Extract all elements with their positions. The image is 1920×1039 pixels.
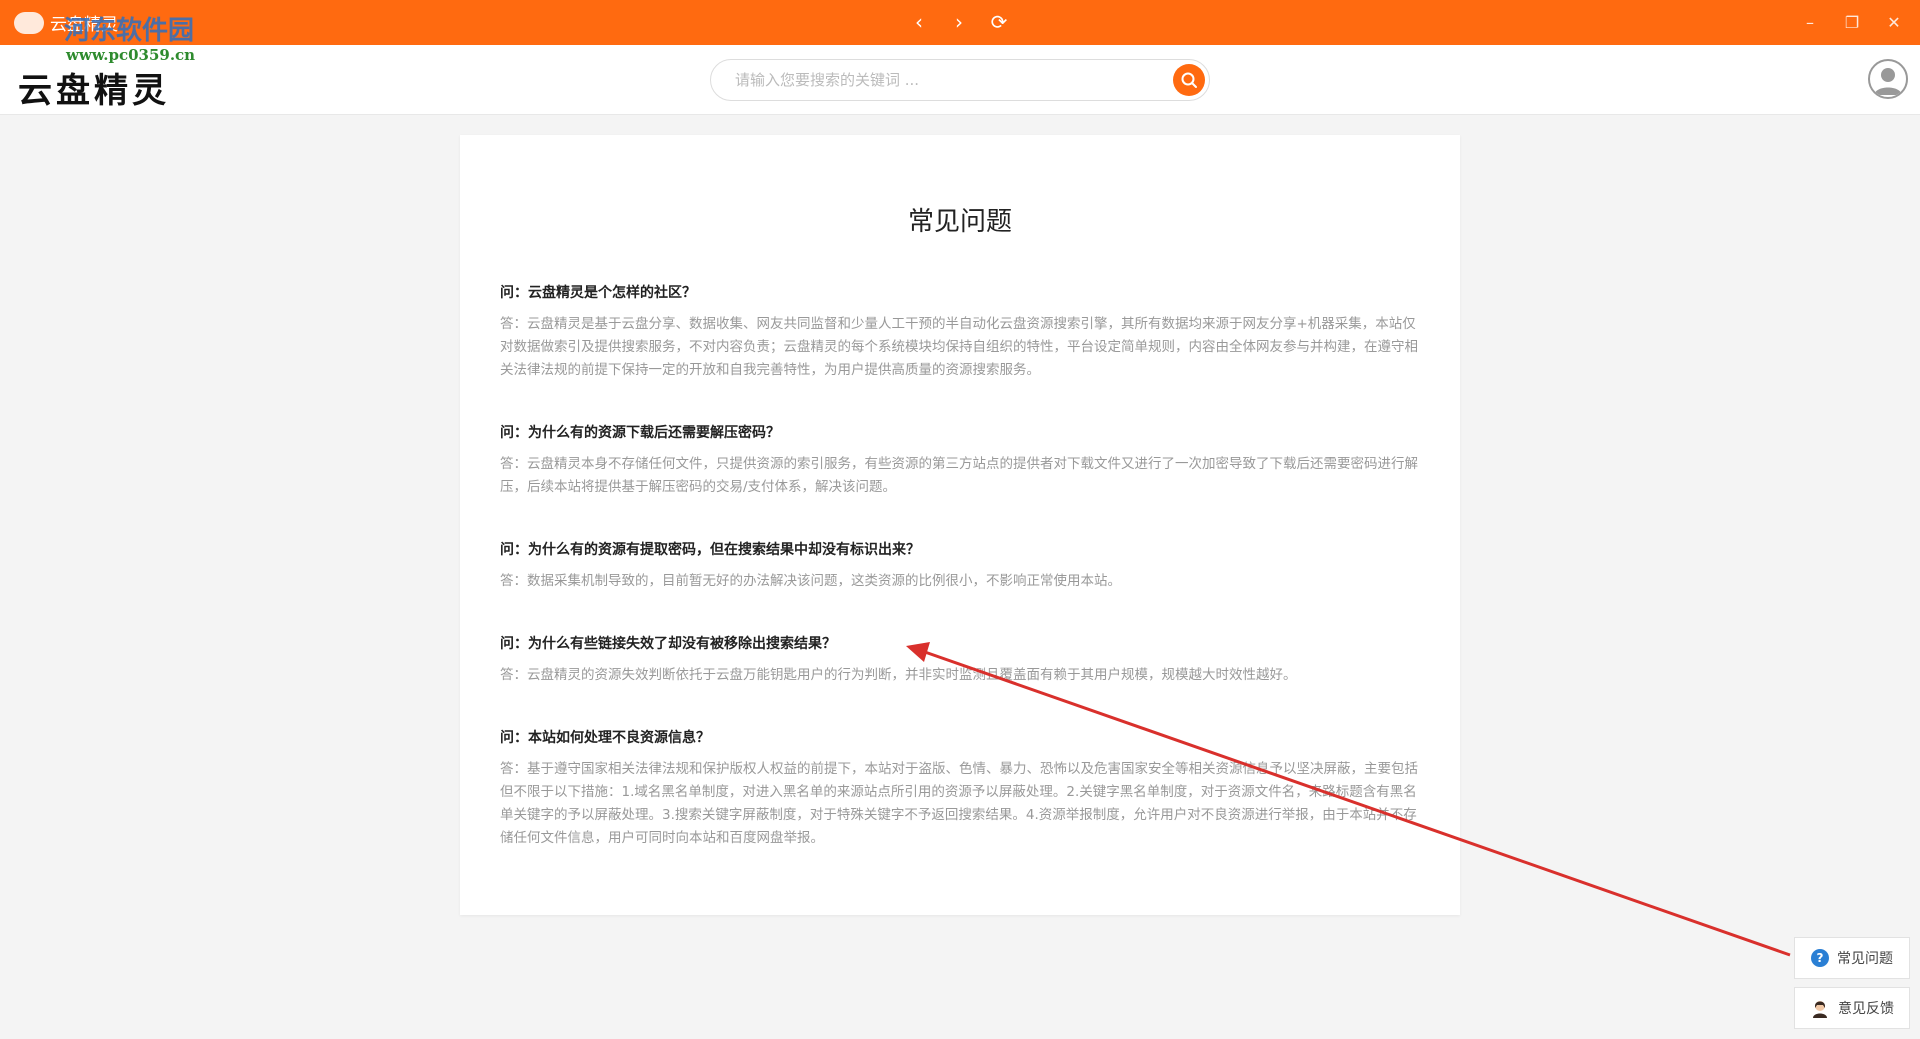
chevron-left-icon[interactable]: ‹	[906, 9, 932, 35]
chevron-right-icon[interactable]: ›	[946, 9, 972, 35]
faq-question: 问：本站如何处理不良资源信息？	[500, 730, 710, 746]
search-box	[710, 59, 1210, 101]
restore-icon[interactable]: ❐	[1842, 10, 1862, 34]
close-icon[interactable]: ✕	[1884, 10, 1904, 34]
faq-answer: 答：云盘精灵是基于云盘分享、数据收集、网友共同监督和少量人工干预的半自动化云盘资…	[500, 316, 1418, 378]
faq-item: 问：云盘精灵是个怎样的社区？ 答：云盘精灵是基于云盘分享、数据收集、网友共同监督…	[500, 283, 1425, 382]
feedback-side-button[interactable]: 意见反馈	[1794, 987, 1910, 1029]
title-bar: 云盘精灵 ‹ › ⟳ – ❐ ✕	[0, 0, 1920, 45]
faq-side-label: 常见问题	[1837, 951, 1893, 967]
feedback-side-label: 意见反馈	[1838, 1001, 1894, 1017]
faq-item: 问：为什么有些链接失效了却没有被移除出搜索结果？ 答：云盘精灵的资源失效判断依托…	[500, 634, 1425, 687]
faq-answer: 答：云盘精灵的资源失效判断依托于云盘万能钥匙用户的行为判断，并非实时监测且覆盖面…	[500, 667, 1297, 683]
nav-controls: ‹ › ⟳	[906, 9, 1012, 35]
app-logo-icon	[14, 11, 44, 34]
user-avatar-icon[interactable]	[1868, 59, 1908, 99]
search-input[interactable]	[735, 71, 1155, 89]
customer-service-icon	[1813, 1001, 1827, 1018]
refresh-icon[interactable]: ⟳	[986, 9, 1012, 35]
window-controls: – ❐ ✕	[1800, 10, 1904, 34]
faq-card: 常见问题 问：云盘精灵是个怎样的社区？ 答：云盘精灵是基于云盘分享、数据收集、网…	[460, 135, 1460, 915]
search-button[interactable]	[1173, 64, 1205, 96]
faq-answer: 答：云盘精灵本身不存储任何文件，只提供资源的索引服务，有些资源的第三方站点的提供…	[500, 456, 1418, 495]
faq-answer: 答：数据采集机制导致的，目前暂无好的办法解决该问题，这类资源的比例很小，不影响正…	[500, 573, 1121, 589]
faq-item: 问：为什么有的资源有提取密码，但在搜索结果中却没有标识出来？ 答：数据采集机制导…	[500, 540, 1425, 593]
faq-answer: 答：基于遵守国家相关法律法规和保护版权人权益的前提下，本站对于盗版、色情、暴力、…	[500, 761, 1418, 846]
faq-question: 问：为什么有些链接失效了却没有被移除出搜索结果？	[500, 636, 836, 652]
header: 云盘精灵	[0, 45, 1920, 115]
faq-question: 问：为什么有的资源有提取密码，但在搜索结果中却没有标识出来？	[500, 542, 920, 558]
avatar-silhouette	[1874, 68, 1902, 95]
brand-logo[interactable]: 云盘精灵	[18, 63, 170, 112]
watermark-url: www.pc0359.cn	[66, 46, 196, 64]
faq-question: 问：云盘精灵是个怎样的社区？	[500, 285, 696, 301]
faq-list: 问：云盘精灵是个怎样的社区？ 答：云盘精灵是基于云盘分享、数据收集、网友共同监督…	[500, 283, 1425, 891]
faq-side-button[interactable]: ? 常见问题	[1794, 937, 1910, 979]
faq-item: 问：为什么有的资源下载后还需要解压密码？ 答：云盘精灵本身不存储任何文件，只提供…	[500, 423, 1425, 499]
faq-question: 问：为什么有的资源下载后还需要解压密码？	[500, 425, 780, 441]
faq-item: 问：本站如何处理不良资源信息？ 答：基于遵守国家相关法律法规和保护版权人权益的前…	[500, 728, 1425, 850]
page-title: 常见问题	[907, 207, 1012, 237]
question-icon: ?	[1811, 949, 1829, 967]
search-icon	[1181, 72, 1197, 88]
watermark-site-name: 河东软件园	[64, 16, 195, 46]
minimize-icon[interactable]: –	[1800, 10, 1820, 34]
